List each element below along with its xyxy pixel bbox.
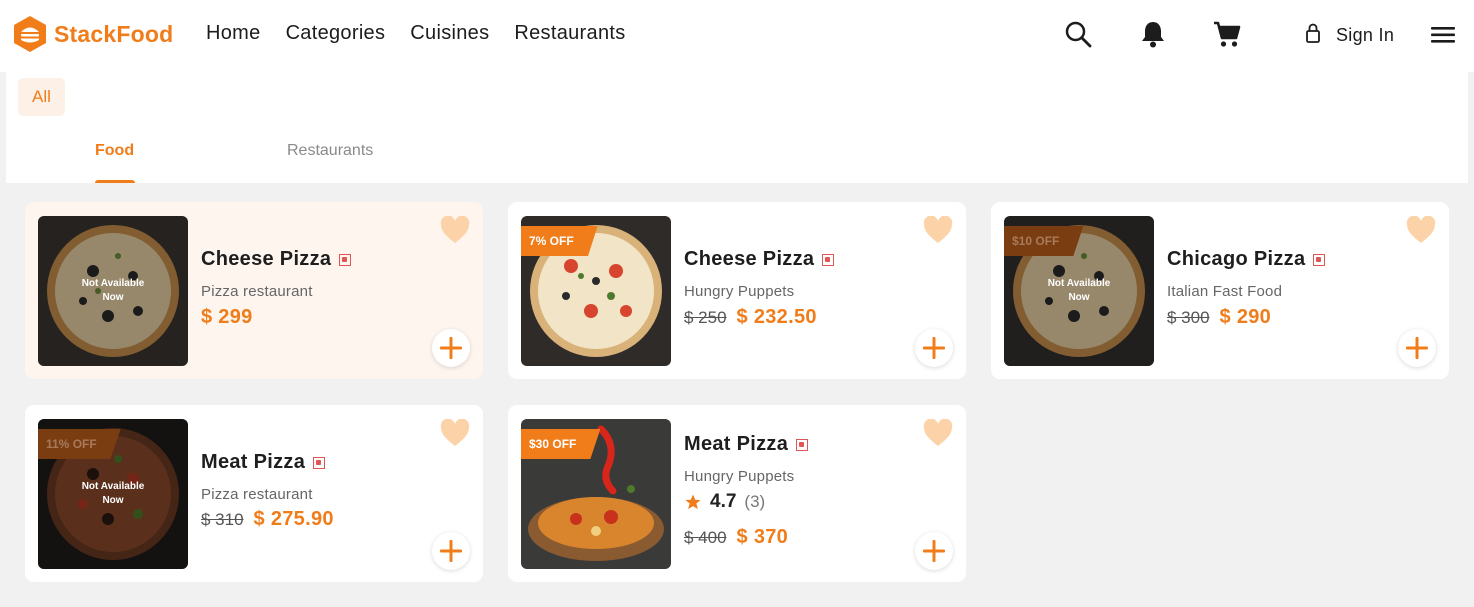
- food-name: Chicago Pizza: [1167, 248, 1306, 270]
- star-icon: [685, 494, 701, 510]
- heart-icon[interactable]: [1406, 215, 1436, 246]
- rating-value: 4.7: [710, 491, 737, 512]
- non-veg-icon: [796, 438, 809, 451]
- food-price: $ 232.50: [736, 306, 817, 328]
- non-veg-icon: [822, 253, 835, 266]
- brand-name: StackFood: [54, 20, 174, 47]
- food-card[interactable]: 7% OFF Cheese Pizza Hungry Puppets $ 250…: [508, 202, 966, 379]
- original-price: $ 310: [201, 510, 244, 529]
- discount-badge: 7% OFF: [521, 226, 598, 256]
- food-name: Cheese Pizza: [201, 248, 332, 270]
- heart-icon[interactable]: [440, 418, 470, 449]
- signin-button[interactable]: Sign In: [1304, 22, 1394, 49]
- food-card[interactable]: Not Available Now $10 OFF Chicago Pizza I…: [991, 202, 1449, 379]
- original-price: $ 300: [1167, 308, 1210, 327]
- burger-logo-icon: [13, 15, 47, 53]
- restaurant-name: Pizza restaurant: [201, 283, 313, 300]
- plus-icon: [440, 540, 462, 562]
- original-price: $ 400: [684, 528, 727, 547]
- signin-label: Sign In: [1336, 25, 1395, 45]
- non-veg-icon: [339, 253, 352, 266]
- brand-logo[interactable]: StackFood: [13, 15, 173, 53]
- food-card[interactable]: Not Available Now 11% OFF Meat Pizza Pizz…: [25, 405, 483, 582]
- food-price: $ 370: [736, 526, 789, 548]
- food-image: Not Available Now: [38, 216, 188, 366]
- main-nav: Home Categories Cuisines Restaurants: [206, 22, 651, 45]
- add-to-cart-button[interactable]: [915, 532, 953, 570]
- food-price: $ 299: [201, 306, 253, 328]
- food-image: 7% OFF: [521, 216, 671, 366]
- bell-icon[interactable]: [1140, 20, 1170, 50]
- search-icon[interactable]: [1064, 20, 1094, 50]
- food-name: Meat Pizza: [201, 451, 306, 473]
- add-to-cart-button[interactable]: [432, 329, 470, 367]
- plus-icon: [923, 337, 945, 359]
- nav-categories[interactable]: Categories: [286, 22, 386, 45]
- food-image: Not Available Now 11% OFF: [38, 419, 188, 569]
- food-card[interactable]: $30 OFF Meat Pizza Hungry Puppets 4.7 (3…: [508, 405, 966, 582]
- tab-restaurants[interactable]: Restaurants: [287, 142, 373, 160]
- food-name: Cheese Pizza: [684, 248, 815, 270]
- plus-icon: [440, 337, 462, 359]
- plus-icon: [923, 540, 945, 562]
- food-name: Meat Pizza: [684, 433, 789, 455]
- food-image: Not Available Now $10 OFF: [1004, 216, 1154, 366]
- rating-count: (3): [744, 492, 766, 511]
- discount-badge: 11% OFF: [38, 429, 121, 459]
- discount-badge: $30 OFF: [521, 429, 601, 459]
- menu-icon[interactable]: [1430, 22, 1460, 52]
- add-to-cart-button[interactable]: [915, 329, 953, 367]
- lock-icon: [1304, 22, 1322, 49]
- top-navbar: StackFood Home Categories Cuisines Resta…: [0, 0, 1474, 72]
- food-price: $ 275.90: [253, 508, 334, 530]
- food-card[interactable]: Not Available Now Cheese Pizza Pizza rest…: [25, 202, 483, 379]
- discount-badge: $10 OFF: [1004, 226, 1084, 256]
- rating: 4.7 (3): [684, 491, 765, 513]
- plus-icon: [1406, 337, 1428, 359]
- food-price: $ 290: [1219, 306, 1272, 328]
- active-tab-indicator: [95, 180, 135, 183]
- nav-home[interactable]: Home: [206, 22, 261, 45]
- cart-icon[interactable]: [1213, 20, 1243, 50]
- add-to-cart-button[interactable]: [1398, 329, 1436, 367]
- heart-icon[interactable]: [923, 215, 953, 246]
- results-filter-panel: All Food Restaurants: [6, 72, 1468, 183]
- add-to-cart-button[interactable]: [432, 532, 470, 570]
- restaurant-name: Hungry Puppets: [684, 468, 795, 485]
- heart-icon[interactable]: [440, 215, 470, 246]
- food-image: $30 OFF: [521, 419, 671, 569]
- tab-food[interactable]: Food: [95, 142, 134, 160]
- nav-cuisines[interactable]: Cuisines: [410, 22, 489, 45]
- heart-icon[interactable]: [923, 418, 953, 449]
- not-available-overlay: Not Available Now: [38, 216, 188, 366]
- non-veg-icon: [313, 456, 326, 469]
- nav-restaurants[interactable]: Restaurants: [514, 22, 625, 45]
- filter-chip-all[interactable]: All: [18, 78, 65, 116]
- original-price: $ 250: [684, 308, 727, 327]
- restaurant-name: Hungry Puppets: [684, 283, 795, 300]
- restaurant-name: Pizza restaurant: [201, 486, 313, 503]
- restaurant-name: Italian Fast Food: [1167, 283, 1283, 300]
- non-veg-icon: [1313, 253, 1326, 266]
